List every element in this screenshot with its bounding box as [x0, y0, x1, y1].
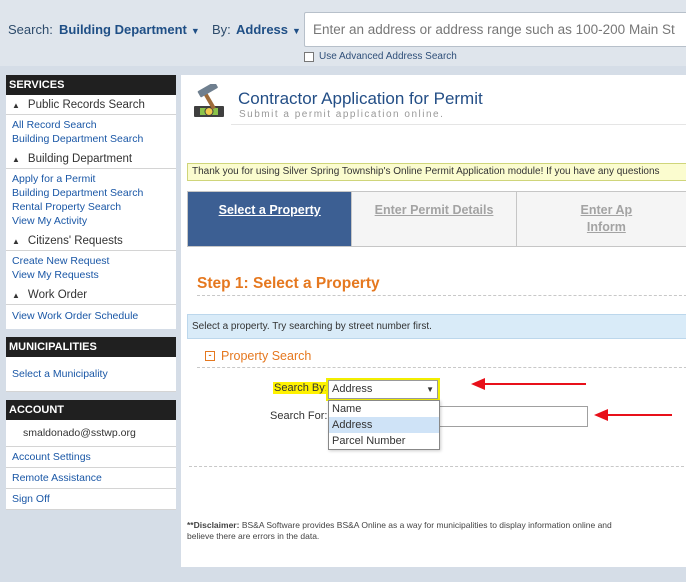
- caret-down-icon: ▼: [292, 26, 301, 36]
- dropdown-arrow-icon: ▼: [426, 385, 434, 394]
- property-search-divider: [197, 367, 686, 368]
- by-label: By:: [212, 22, 231, 37]
- group-citizens-requests[interactable]: ▲ Citizens' Requests: [6, 231, 176, 251]
- advanced-search-checkbox[interactable]: [304, 51, 314, 62]
- link-account-settings[interactable]: Account Settings: [6, 447, 176, 468]
- search-for-label: Search For:: [270, 410, 328, 422]
- account-panel: ACCOUNT smaldonado@sstwp.org Account Set…: [6, 400, 176, 510]
- form-bottom-divider: [189, 466, 686, 467]
- municipalities-panel: MUNICIPALITIES Select a Municipality: [6, 337, 176, 392]
- hammer-permit-icon: [194, 84, 224, 117]
- property-search-title: Property Search: [221, 349, 312, 363]
- link-building-department-search[interactable]: Building Department Search: [6, 186, 176, 200]
- services-header: SERVICES: [6, 75, 176, 95]
- advanced-address-search-option[interactable]: Use Advanced Address Search: [304, 51, 457, 62]
- collapse-triangle-icon: ▲: [12, 236, 20, 246]
- sidebar: SERVICES ▲ Public Records Search All Reco…: [6, 75, 176, 518]
- wizard-steps: Select a Property Enter Permit Details E…: [187, 191, 686, 247]
- collapse-minus-icon: -: [205, 351, 215, 361]
- link-building-department-search[interactable]: Building Department Search: [6, 132, 176, 146]
- search-by-select[interactable]: Address ▼: [326, 378, 440, 401]
- page-title: Contractor Application for Permit: [238, 89, 483, 108]
- option-address[interactable]: Address: [329, 417, 439, 433]
- welcome-banner: Thank you for using Silver Spring Townsh…: [187, 163, 686, 181]
- annotation-arrow-search-for: [594, 409, 672, 421]
- step-select-property[interactable]: Select a Property: [188, 192, 353, 246]
- caret-down-icon: ▼: [190, 26, 200, 36]
- link-apply-for-a-permit[interactable]: Apply for a Permit: [6, 172, 176, 186]
- option-parcel-number[interactable]: Parcel Number: [329, 433, 439, 449]
- step-enter-applicant-info[interactable]: Enter Ap Inform: [516, 192, 686, 246]
- top-search-bar: Search: Building Department ▼ By: Address…: [0, 0, 686, 66]
- main-content: Contractor Application for Permit Submit…: [181, 75, 686, 567]
- collapse-triangle-icon: ▲: [12, 100, 20, 110]
- link-rental-property-search[interactable]: Rental Property Search: [6, 200, 176, 214]
- page-subtitle: Submit a permit application online.: [239, 109, 445, 120]
- services-panel: SERVICES ▲ Public Records Search All Reco…: [6, 75, 176, 329]
- title-divider: [231, 124, 686, 125]
- group-work-order[interactable]: ▲ Work Order: [6, 285, 176, 305]
- link-view-my-activity[interactable]: View My Activity: [6, 214, 176, 228]
- search-by-options: Name Address Parcel Number: [328, 400, 440, 450]
- account-header: ACCOUNT: [6, 400, 176, 420]
- account-user-email: smaldonado@sstwp.org: [6, 420, 176, 447]
- info-message: Select a property. Try searching by stre…: [187, 314, 686, 339]
- search-department-dropdown[interactable]: Building Department ▼: [59, 22, 200, 37]
- link-create-new-request[interactable]: Create New Request: [6, 254, 176, 268]
- advanced-search-label: Use Advanced Address Search: [319, 51, 457, 62]
- link-view-my-requests[interactable]: View My Requests: [6, 268, 176, 282]
- step-enter-permit-details[interactable]: Enter Permit Details: [352, 192, 517, 246]
- link-sign-off[interactable]: Sign Off: [6, 489, 176, 510]
- link-select-a-municipality[interactable]: Select a Municipality: [6, 367, 176, 381]
- collapse-triangle-icon: ▲: [12, 290, 20, 300]
- link-view-work-order-schedule[interactable]: View Work Order Schedule: [6, 309, 176, 323]
- step-heading: Step 1: Select a Property: [197, 275, 380, 292]
- annotation-arrow-search-by: [471, 378, 586, 390]
- step-heading-divider: [197, 295, 686, 296]
- search-label: Search:: [8, 22, 53, 37]
- group-building-department[interactable]: ▲ Building Department: [6, 149, 176, 169]
- link-all-record-search[interactable]: All Record Search: [6, 118, 176, 132]
- collapse-triangle-icon: ▲: [12, 154, 20, 164]
- disclaimer: **Disclaimer: BS&A Software provides BS&…: [187, 520, 612, 541]
- municipalities-header: MUNICIPALITIES: [6, 337, 176, 357]
- property-search-toggle[interactable]: - Property Search: [205, 349, 311, 363]
- search-by-dropdown[interactable]: Address ▼: [236, 22, 301, 37]
- link-remote-assistance[interactable]: Remote Assistance: [6, 468, 176, 489]
- address-search-input[interactable]: Enter an address or address range such a…: [304, 12, 686, 47]
- option-name[interactable]: Name: [329, 401, 439, 417]
- group-public-records-search[interactable]: ▲ Public Records Search: [6, 95, 176, 115]
- search-by-label: Search By:: [273, 382, 329, 394]
